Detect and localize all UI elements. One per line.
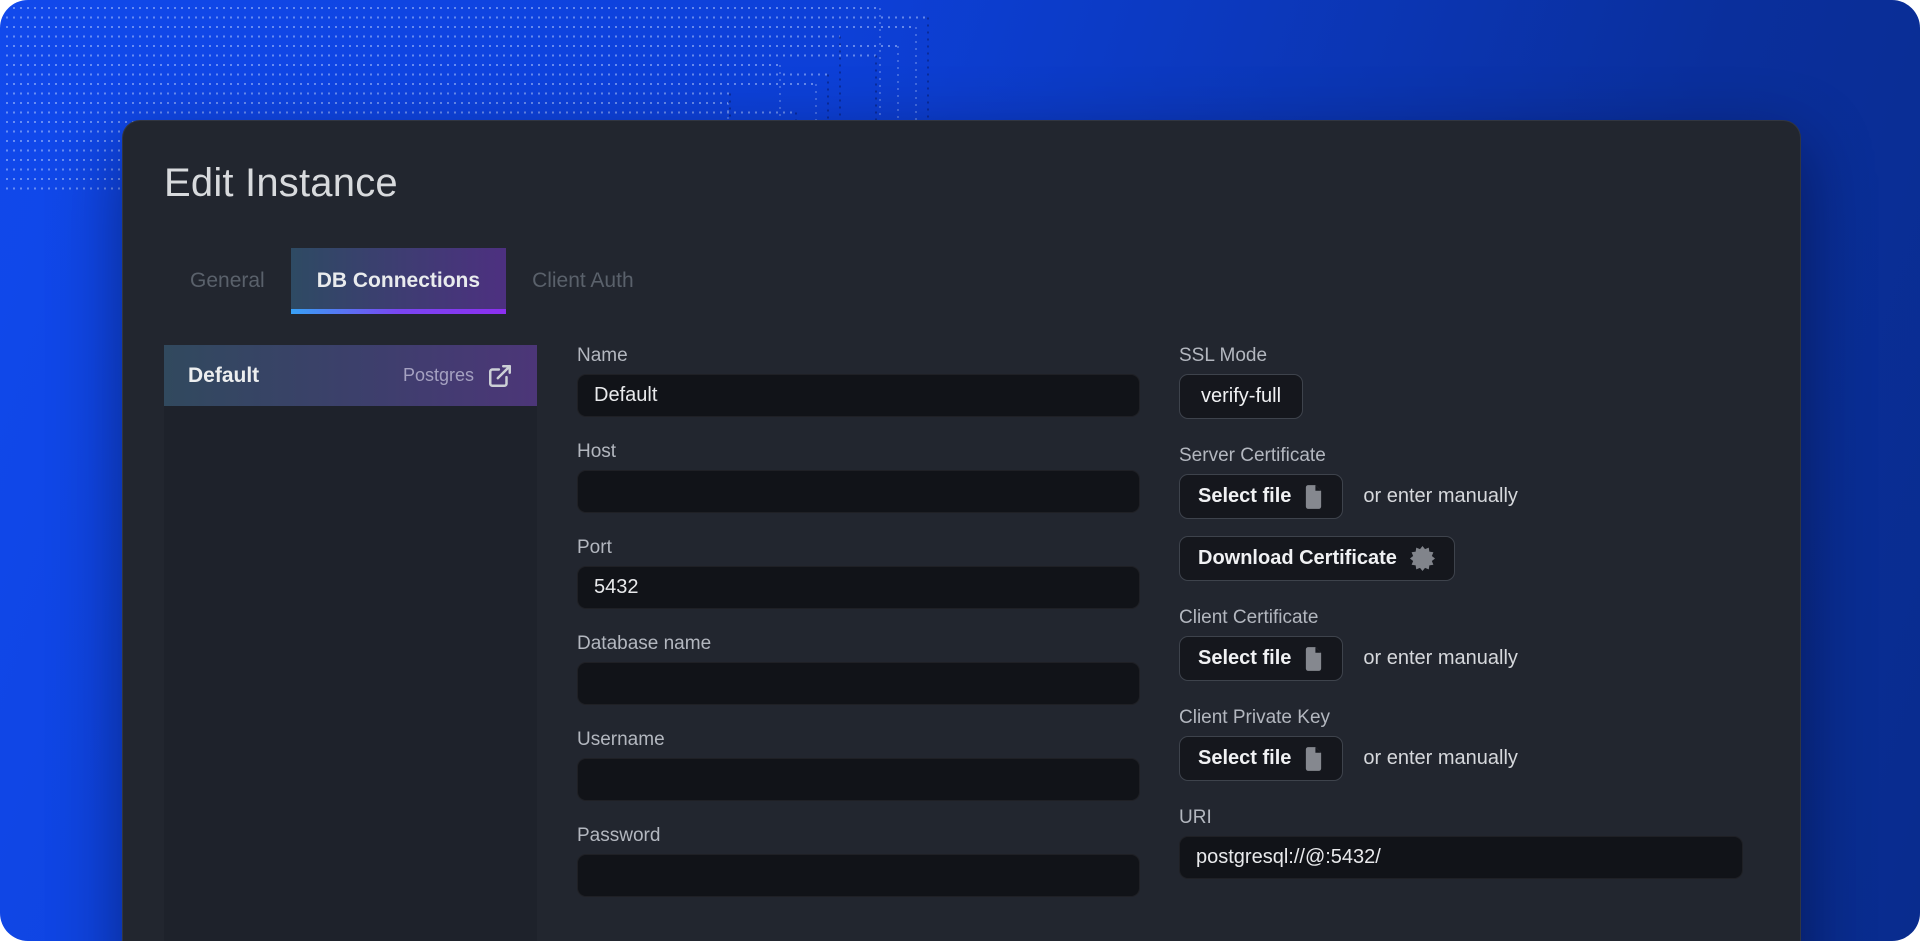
port-field: Port <box>577 537 1140 609</box>
database-name-field: Database name <box>577 633 1140 705</box>
host-input[interactable] <box>577 470 1140 513</box>
name-label: Name <box>577 345 1140 367</box>
file-icon <box>1303 646 1324 672</box>
name-field: Name <box>577 345 1140 417</box>
password-label: Password <box>577 825 1140 847</box>
tab-client-auth[interactable]: Client Auth <box>506 248 660 314</box>
server-certificate-select-file-button[interactable]: Select file <box>1179 474 1343 519</box>
connection-form: Name Host Port Database name Username <box>577 345 1140 941</box>
tab-db-connections[interactable]: DB Connections <box>291 248 506 314</box>
port-label: Port <box>577 537 1140 559</box>
database-name-label: Database name <box>577 633 1140 655</box>
client-private-key-enter-manually-link[interactable]: or enter manually <box>1363 747 1518 770</box>
db-connections-panel: Default Postgres <box>123 345 1800 941</box>
client-private-key-select-file-button[interactable]: Select file <box>1179 736 1343 781</box>
ssl-mode-block: SSL Mode verify-full <box>1179 345 1743 419</box>
select-file-label: Select file <box>1198 747 1291 770</box>
server-certificate-enter-manually-link[interactable]: or enter manually <box>1363 485 1518 508</box>
client-certificate-select-file-button[interactable]: Select file <box>1179 636 1343 681</box>
client-certificate-block: Client Certificate Select file or e <box>1179 607 1743 681</box>
edit-instance-modal: Edit Instance General DB Connections Cli… <box>122 120 1801 941</box>
connection-type-label: Postgres <box>403 365 474 386</box>
tab-general-label: General <box>190 269 265 293</box>
server-certificate-label: Server Certificate <box>1179 445 1743 467</box>
ssl-mode-value: verify-full <box>1201 385 1281 408</box>
client-certificate-enter-manually-link[interactable]: or enter manually <box>1363 647 1518 670</box>
username-field: Username <box>577 729 1140 801</box>
username-label: Username <box>577 729 1140 751</box>
username-input[interactable] <box>577 758 1140 801</box>
host-field: Host <box>577 441 1140 513</box>
client-private-key-row: Select file or enter manually <box>1179 736 1743 781</box>
host-label: Host <box>577 441 1140 463</box>
server-certificate-block: Server Certificate Select file or e <box>1179 445 1743 581</box>
tab-general[interactable]: General <box>164 248 291 314</box>
select-file-label: Select file <box>1198 647 1291 670</box>
client-certificate-row: Select file or enter manually <box>1179 636 1743 681</box>
client-private-key-label: Client Private Key <box>1179 707 1743 729</box>
download-certificate-label: Download Certificate <box>1198 547 1397 570</box>
database-name-input[interactable] <box>577 662 1140 705</box>
client-private-key-block: Client Private Key Select file or e <box>1179 707 1743 781</box>
connection-meta: Postgres <box>403 363 513 389</box>
file-icon <box>1303 484 1324 510</box>
password-input[interactable] <box>577 854 1140 897</box>
tab-client-auth-label: Client Auth <box>532 269 634 293</box>
uri-label: URI <box>1179 807 1743 829</box>
ssl-mode-button[interactable]: verify-full <box>1179 374 1303 419</box>
download-certificate-button[interactable]: Download Certificate <box>1179 536 1455 581</box>
uri-input[interactable] <box>1179 836 1743 879</box>
server-certificate-row: Select file or enter manually <box>1179 474 1743 519</box>
select-file-label: Select file <box>1198 485 1291 508</box>
external-link-icon[interactable] <box>487 363 513 389</box>
ssl-mode-label: SSL Mode <box>1179 345 1743 367</box>
modal-title: Edit Instance <box>164 161 1800 206</box>
client-certificate-label: Client Certificate <box>1179 607 1743 629</box>
connections-sidebar: Default Postgres <box>164 345 537 941</box>
uri-block: URI <box>1179 807 1743 879</box>
certificate-seal-icon <box>1409 545 1436 572</box>
port-input[interactable] <box>577 566 1140 609</box>
name-input[interactable] <box>577 374 1140 417</box>
file-icon <box>1303 746 1324 772</box>
connection-item-default[interactable]: Default Postgres <box>164 345 537 406</box>
tab-bar: General DB Connections Client Auth <box>164 248 1800 314</box>
connection-name: Default <box>188 364 259 388</box>
password-field: Password <box>577 825 1140 897</box>
desktop-background: Edit Instance General DB Connections Cli… <box>0 0 1920 941</box>
tab-db-connections-label: DB Connections <box>317 269 480 293</box>
ssl-settings: SSL Mode verify-full Server Certificate … <box>1179 345 1743 941</box>
